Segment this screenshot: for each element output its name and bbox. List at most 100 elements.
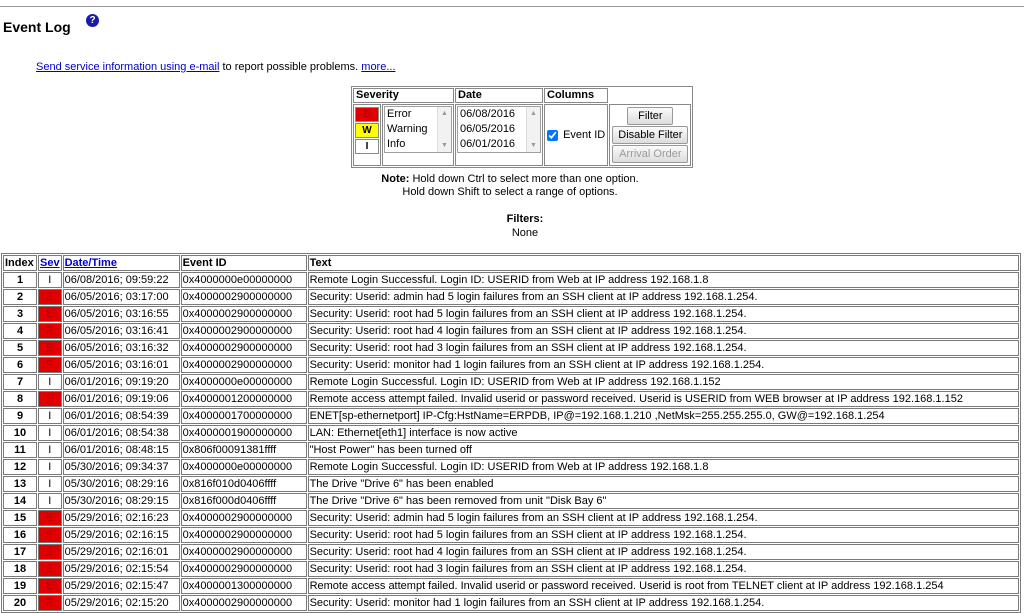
row-severity: E bbox=[38, 306, 62, 322]
top-divider bbox=[0, 6, 1024, 7]
row-event-id: 0x4000002900000000 bbox=[180, 527, 307, 543]
event-id-checkbox[interactable] bbox=[547, 129, 558, 141]
row-event-id: 0x4000002900000000 bbox=[180, 340, 307, 356]
filter-panel: Severity Date Columns E W I Error Warnin… bbox=[351, 86, 694, 168]
row-text: Remote Login Successful. Login ID: USERI… bbox=[307, 272, 1019, 288]
row-text: Remote access attempt failed. Invalid us… bbox=[307, 391, 1019, 407]
severity-header: Severity bbox=[353, 88, 454, 103]
row-text: Security: Userid: root had 3 login failu… bbox=[307, 561, 1019, 577]
row-event-id: 0x806f00091381ffff bbox=[180, 442, 307, 458]
note-line-2: Hold down Shift to select a range of opt… bbox=[402, 186, 618, 198]
severity-code: I bbox=[48, 274, 52, 286]
row-severity: E bbox=[38, 289, 62, 305]
row-date: 06/05/2016; 03:16:01 bbox=[62, 357, 180, 373]
row-text: Remote Login Successful. Login ID: USERI… bbox=[307, 459, 1019, 475]
filter-button[interactable]: Filter bbox=[627, 107, 674, 125]
page-title: Event Log bbox=[3, 19, 71, 35]
send-service-info-link[interactable]: Send service information using e-mail bbox=[36, 61, 219, 73]
service-info: Send service information using e-mail to… bbox=[36, 61, 396, 73]
severity-code: E bbox=[46, 597, 54, 609]
date-header: Date bbox=[455, 88, 543, 103]
row-event-id: 0x4000000e00000000 bbox=[180, 272, 307, 288]
more-link[interactable]: more... bbox=[361, 61, 395, 73]
sev-column-header[interactable]: Sev bbox=[38, 255, 62, 271]
row-index: 5 bbox=[3, 340, 37, 356]
severity-scrollbar[interactable]: ▲ ▼ bbox=[437, 107, 451, 152]
row-text: Remote access attempt failed. Invalid us… bbox=[307, 578, 1019, 594]
table-row: 19 E 05/29/2016; 02:15:47 0x400000130000000… bbox=[3, 578, 1019, 594]
row-date: 06/01/2016; 09:19:06 bbox=[62, 391, 180, 407]
table-row: 8 E 06/01/2016; 09:19:06 0x4000001200000000… bbox=[3, 391, 1019, 407]
row-index: 6 bbox=[3, 357, 37, 373]
table-row: 16 E 05/29/2016; 02:16:15 0x400000290000000… bbox=[3, 527, 1019, 543]
row-text: Security: Userid: root had 3 login failu… bbox=[307, 340, 1019, 356]
row-severity: I bbox=[38, 374, 62, 390]
table-row: 5 E 06/05/2016; 03:16:32 0x4000002900000000… bbox=[3, 340, 1019, 356]
severity-code: E bbox=[46, 359, 54, 371]
row-severity: I bbox=[38, 493, 62, 509]
disable-filter-button[interactable]: Disable Filter bbox=[612, 126, 689, 144]
row-text: The Drive "Drive 6" has been enabled bbox=[307, 476, 1019, 492]
date-listbox[interactable]: 06/08/2016 06/05/2016 06/01/2016 ▲ ▼ bbox=[457, 106, 541, 153]
event-id-column-header: Event ID bbox=[180, 255, 307, 271]
help-icon[interactable]: ? bbox=[86, 14, 99, 27]
row-text: Security: Userid: admin had 5 login fail… bbox=[307, 289, 1019, 305]
row-event-id: 0x4000001200000000 bbox=[180, 391, 307, 407]
row-date: 05/29/2016; 02:15:20 bbox=[62, 595, 180, 611]
row-text: The Drive "Drive 6" has been removed fro… bbox=[307, 493, 1019, 509]
row-severity: I bbox=[38, 408, 62, 424]
row-event-id: 0x4000002900000000 bbox=[180, 357, 307, 373]
row-severity: E bbox=[38, 595, 62, 611]
date-column-header[interactable]: Date/Time bbox=[62, 255, 180, 271]
row-date: 05/29/2016; 02:16:01 bbox=[62, 544, 180, 560]
row-text: Security: Userid: root had 5 login failu… bbox=[307, 306, 1019, 322]
row-date: 06/08/2016; 09:59:22 bbox=[62, 272, 180, 288]
note-line-1: Hold down Ctrl to select more than one o… bbox=[409, 173, 639, 185]
severity-code: E bbox=[46, 546, 54, 558]
row-date: 06/01/2016; 08:48:15 bbox=[62, 442, 180, 458]
row-index: 14 bbox=[3, 493, 37, 509]
warning-severity-icon: W bbox=[355, 123, 379, 138]
row-text: Security: Userid: root had 4 login failu… bbox=[307, 323, 1019, 339]
row-index: 2 bbox=[3, 289, 37, 305]
row-index: 4 bbox=[3, 323, 37, 339]
row-text: LAN: Ethernet[eth1] interface is now act… bbox=[307, 425, 1019, 441]
row-text: Security: Userid: monitor had 1 login fa… bbox=[307, 357, 1019, 373]
row-event-id: 0x816f000d0406ffff bbox=[180, 493, 307, 509]
event-id-label: Event ID bbox=[563, 129, 606, 142]
row-index: 13 bbox=[3, 476, 37, 492]
sev-sort-link[interactable]: Sev bbox=[40, 257, 60, 269]
date-scrollbar[interactable]: ▲ ▼ bbox=[526, 107, 540, 152]
date-sort-link[interactable]: Date/Time bbox=[65, 257, 117, 269]
row-date: 05/29/2016; 02:16:23 bbox=[62, 510, 180, 526]
row-date: 06/05/2016; 03:17:00 bbox=[62, 289, 180, 305]
severity-code: I bbox=[48, 461, 52, 473]
row-event-id: 0x4000002900000000 bbox=[180, 289, 307, 305]
row-text: ENET[sp-ethernetport] IP-Cfg:HstName=ERP… bbox=[307, 408, 1019, 424]
row-index: 17 bbox=[3, 544, 37, 560]
row-severity: E bbox=[38, 578, 62, 594]
severity-code: E bbox=[46, 563, 54, 575]
arrival-order-button[interactable]: Arrival Order bbox=[612, 145, 689, 163]
severity-listbox[interactable]: Error Warning Info ▲ ▼ bbox=[384, 106, 452, 153]
row-text: Security: Userid: root had 4 login failu… bbox=[307, 544, 1019, 560]
text-column-header: Text bbox=[307, 255, 1019, 271]
severity-code: E bbox=[46, 512, 54, 524]
row-index: 8 bbox=[3, 391, 37, 407]
table-row: 2 E 06/05/2016; 03:17:00 0x4000002900000000… bbox=[3, 289, 1019, 305]
row-event-id: 0x4000001300000000 bbox=[180, 578, 307, 594]
row-date: 05/29/2016; 02:15:54 bbox=[62, 561, 180, 577]
row-index: 7 bbox=[3, 374, 37, 390]
table-row: 10 I 06/01/2016; 08:54:38 0x400000190000000… bbox=[3, 425, 1019, 441]
table-row: 7 I 06/01/2016; 09:19:20 0x4000000e00000000… bbox=[3, 374, 1019, 390]
row-index: 20 bbox=[3, 595, 37, 611]
severity-code: E bbox=[46, 291, 54, 303]
row-index: 11 bbox=[3, 442, 37, 458]
row-severity: E bbox=[38, 340, 62, 356]
severity-code: E bbox=[46, 580, 54, 592]
row-severity: E bbox=[38, 527, 62, 543]
row-date: 06/01/2016; 09:19:20 bbox=[62, 374, 180, 390]
row-event-id: 0x4000002900000000 bbox=[180, 510, 307, 526]
row-index: 15 bbox=[3, 510, 37, 526]
filters-value: None bbox=[511, 227, 539, 239]
